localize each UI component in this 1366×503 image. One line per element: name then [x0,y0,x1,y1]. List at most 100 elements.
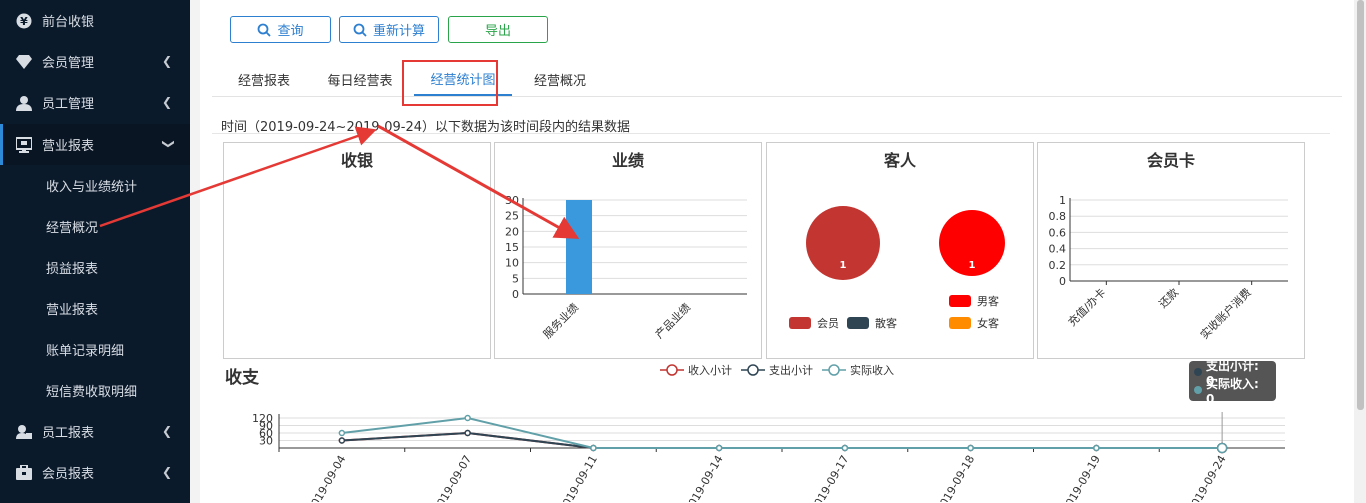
pie-label: 1 [840,260,847,271]
y-tick-label: 0.8 [1049,210,1067,223]
legend-label: 会员 [817,317,839,330]
bar [566,200,592,294]
x-tick-label: 服务业绩 [541,301,581,341]
pie-label: 1 [969,260,976,271]
membercard-panel: 会员卡 0 0.2 0.4 0.6 0.8 1 充值/办卡 还款 实收账户消费 [1037,142,1305,359]
y-tick-label: 120 [252,412,273,425]
series-point [464,429,471,437]
briefcase-icon [16,465,32,481]
legend-swatch [789,317,811,329]
tab-daily-report[interactable]: 每日经营表 [318,62,402,96]
search-icon [258,23,272,37]
yen-icon: ¥ [16,13,32,29]
y-tick-label: 0 [1059,275,1066,288]
user-card-icon [16,424,32,440]
x-tick-label: 2019-09-04 [305,453,348,502]
sidebar-subitem-label: 短信费收取明细 [46,385,138,400]
legend-label: 收入小计 [688,363,732,377]
x-tick-label: 2019-09-17 [808,453,851,502]
y-tick-label: 1 [1059,194,1066,207]
legend-swatch [847,317,869,329]
user-icon [16,95,32,111]
legend-label: 支出小计 [769,363,813,377]
series-point [1093,444,1100,452]
sidebar-subitem-label: 营业报表 [46,303,99,318]
sidebar-subitem-business-report[interactable]: 营业报表 [0,288,190,329]
sidebar-item-label: 员工报表 [42,426,95,441]
sidebar-subitem-profit-loss[interactable]: 损益报表 [0,247,190,288]
x-tick-label: 产品业绩 [652,300,693,341]
y-tick-label: 0 [512,288,519,301]
legend-label: 实际收入 [850,363,894,377]
legend-label: 散客 [875,316,897,330]
tab-label: 经营报表 [237,73,290,89]
x-tick-label: 还款 [1156,285,1181,310]
series-point [1216,442,1228,454]
guests-pie-charts: 1 1 会员 散客 男客女客 [789,206,1005,330]
y-tick-label: 30 [505,194,519,207]
export-button[interactable]: 导出 [448,16,548,43]
series-point [715,444,723,452]
chevron-left-icon: ❮ [161,424,172,438]
diamond-icon [16,54,32,70]
sidebar-item-label: 营业报表 [42,139,95,154]
sidebar-item-staff-reports[interactable]: 员工报表 ❮ [0,411,190,452]
sidebar-subitem-sms-fees[interactable]: 短信费收取明细 [0,370,190,411]
sidebar-subitem-label: 收入与业绩统计 [46,180,138,195]
guests-panel: 客人 1 1 会员 散客 男客 女客 [766,142,1034,359]
series-point [338,429,346,437]
sidebar-item-label: 会员管理 [42,56,95,71]
svg-text:¥: ¥ [20,15,28,28]
tooltip-marker [1194,368,1202,376]
sidebar-item-cashier[interactable]: ¥ 前台收银 [0,0,190,41]
sidebar-subitem-label: 账单记录明细 [46,344,125,359]
sidebar-item-business-reports[interactable]: 营业报表 ❮ [0,124,190,165]
y-tick-label: 15 [505,241,519,254]
search-icon [353,23,367,37]
tooltip-marker [1194,386,1202,394]
recalculate-button[interactable]: 重新计算 [339,16,439,43]
monitor-icon [16,136,32,153]
tabs-divider [212,96,1342,97]
y-tick-label: 10 [505,257,519,270]
tooltip-line: 实际收入: 0 [1205,376,1259,406]
tab-business-report[interactable]: 经营报表 [226,62,302,96]
performance-panel: 业绩 0 5 10 15 20 25 30 服务业绩 产品业绩 [494,142,762,359]
legend-marker [828,364,840,376]
query-button[interactable]: 查询 [230,16,331,43]
chevron-left-icon: ❮ [161,95,172,109]
series-point [590,444,597,452]
sidebar-item-member-management[interactable]: 会员管理 ❮ [0,41,190,82]
sidebar-subitem-bill-details[interactable]: 账单记录明细 [0,329,190,370]
sidebar-subitem-business-overview[interactable]: 经营概况 [0,206,190,247]
sidebar-subitem-label: 经营概况 [46,221,99,236]
recalculate-button-label: 重新计算 [372,24,425,39]
x-tick-label: 充值/办卡 [1065,285,1109,329]
chevron-left-icon: ❮ [161,54,172,68]
sidebar-subitem-income-stats[interactable]: 收入与业绩统计 [0,165,190,206]
sidebar-item-label: 前台收银 [42,15,95,30]
income-line-chart: 3060901202019-09-04 2019-09-07 2019-09-11 2… [252,363,1285,502]
legend-label: 男客 [977,294,999,308]
page-scrollbar-thumb[interactable] [1357,0,1364,410]
y-tick-label: 0.4 [1049,243,1067,256]
tab-label: 经营概况 [533,73,586,89]
legend-label: 女客 [977,316,999,330]
x-tick-label: 2019-09-18 [934,453,977,502]
annotation-highlight-box [402,60,498,106]
membercard-bar-chart: 0 0.2 0.4 0.6 0.8 1 充值/办卡 还款 实收账户消费 [1049,194,1288,342]
sidebar-item-label: 员工管理 [42,97,95,112]
y-tick-label: 25 [505,210,519,223]
series-point [338,437,346,444]
series-point [464,414,471,422]
sidebar-item-staff-management[interactable]: 员工管理 ❮ [0,82,190,123]
tab-overview[interactable]: 经营概况 [520,62,600,96]
y-tick-label: 5 [512,272,519,285]
sidebar-item-member-reports[interactable]: 会员报表 ❮ [0,452,190,493]
series-point [967,444,974,452]
y-tick-label: 0.6 [1049,226,1067,239]
tab-label: 每日经营表 [327,73,393,89]
legend-swatch [949,295,971,307]
query-button-label: 查询 [277,24,304,39]
x-tick-label: 2019-09-14 [682,453,725,502]
